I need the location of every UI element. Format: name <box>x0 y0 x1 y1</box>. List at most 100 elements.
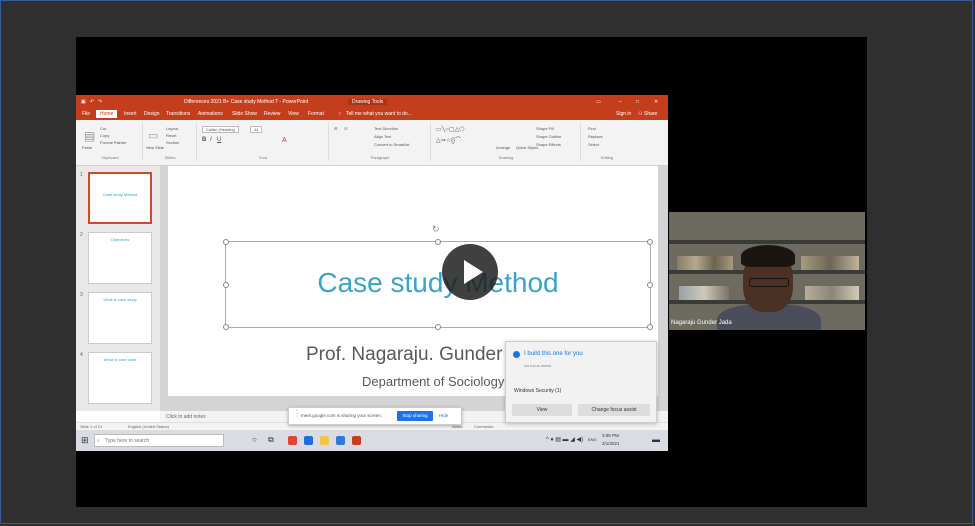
font-color-icon[interactable]: A <box>282 137 287 144</box>
resize-handle[interactable] <box>223 239 229 245</box>
drag-handle-icon[interactable]: ⋮ <box>293 409 301 418</box>
books <box>679 286 729 300</box>
numbering-icon[interactable]: ☷ <box>344 126 348 131</box>
save-icon[interactable]: ▣ <box>81 99 86 105</box>
find-button[interactable]: Find <box>588 126 596 131</box>
paste-icon[interactable]: ▤ <box>84 129 95 143</box>
resize-handle[interactable] <box>647 239 653 245</box>
smartart-button[interactable]: Convert to SmartArt <box>374 142 409 147</box>
resize-handle[interactable] <box>435 324 441 330</box>
toast-title: I build this one for you <box>524 351 583 357</box>
windows-start-icon[interactable]: ⊞ <box>81 435 89 446</box>
select-button[interactable]: Select <box>588 142 599 147</box>
share-icon[interactable]: ⚇ <box>638 111 642 117</box>
change-focus-assist-button[interactable]: Change focus assist <box>578 404 650 416</box>
resize-handle[interactable] <box>223 324 229 330</box>
comments-toggle[interactable]: Comments <box>474 424 493 429</box>
task-view-icon[interactable]: ⧉ <box>268 435 274 445</box>
cut-button[interactable]: Cut <box>100 126 106 131</box>
replace-button[interactable]: Replace <box>588 134 603 139</box>
undo-icon[interactable]: ↶ <box>90 99 94 105</box>
file-explorer-icon[interactable] <box>320 436 329 445</box>
thumbnail-slide-2[interactable]: Objectives <box>88 232 152 284</box>
close-icon[interactable]: ✕ <box>654 99 658 105</box>
resize-handle[interactable] <box>435 239 441 245</box>
editing-group: Find Replace Select Editing <box>582 123 632 161</box>
play-icon[interactable] <box>442 244 498 300</box>
paste-button[interactable]: Paste <box>82 145 92 150</box>
bold-icon[interactable]: B <box>202 137 206 143</box>
store-icon[interactable] <box>336 436 345 445</box>
menu-file[interactable]: File <box>82 111 90 117</box>
menu-animations[interactable]: Animations <box>198 111 223 117</box>
menu-insert[interactable]: Insert <box>124 111 137 117</box>
group-label: Drawing <box>498 155 514 160</box>
tray-icons[interactable]: ^ ♦ ▤ ▬ ◢ ◀) <box>546 436 583 443</box>
ribbon-options-icon[interactable]: ▭ <box>596 99 601 105</box>
shapes-gallery-icon[interactable]: ▭╲○▢△⬠ <box>436 126 464 133</box>
stop-sharing-button[interactable]: Stop sharing <box>397 411 433 421</box>
cortana-icon[interactable]: ○ <box>252 435 257 444</box>
italic-icon[interactable]: I <box>210 137 212 143</box>
view-button[interactable]: View <box>512 404 572 416</box>
shape-fill-button[interactable]: Shape Fill <box>536 126 554 131</box>
menu-review[interactable]: Review <box>264 111 280 117</box>
text-direction-button[interactable]: Text Direction <box>374 126 398 131</box>
notification-icon[interactable]: ▬ <box>652 435 660 444</box>
taskbar-search-input[interactable]: ⌕ Type here to search <box>94 434 224 447</box>
language-indicator[interactable]: ENG <box>588 437 597 442</box>
menu-transitions[interactable]: Transitions <box>166 111 190 117</box>
copy-button[interactable]: Copy <box>100 133 109 138</box>
signin-link[interactable]: Sign in <box>616 111 631 117</box>
underline-icon[interactable]: U <box>217 137 221 143</box>
tell-me-input[interactable]: Tell me what you want to do... <box>346 111 412 117</box>
search-placeholder: Type here to search <box>105 438 150 444</box>
powerpoint-icon[interactable] <box>352 436 361 445</box>
bookshelf <box>669 240 865 244</box>
layout-button[interactable]: Layout <box>166 126 178 131</box>
clock-time[interactable]: 3:56 PM <box>602 433 619 438</box>
language-status[interactable]: English (United States) <box>128 424 169 429</box>
maximize-icon[interactable]: □ <box>636 99 639 105</box>
align-text-button[interactable]: Align Text <box>374 134 391 139</box>
thumbnail-slide-4[interactable]: What is case case <box>88 352 152 404</box>
edge-icon[interactable] <box>304 436 313 445</box>
section-button[interactable]: Section <box>166 140 179 145</box>
shapes-gallery-row2-icon[interactable]: △⇒☆{}⌒ <box>436 135 461 144</box>
slide-title[interactable]: Case study Method <box>226 267 650 299</box>
format-painter-button[interactable]: Format Painter <box>100 140 126 145</box>
menu-format[interactable]: Format <box>308 111 324 117</box>
redo-icon[interactable]: ↷ <box>98 99 102 105</box>
slide-department[interactable]: Department of Sociology <box>362 374 504 389</box>
notification-radio-icon <box>513 351 520 358</box>
shape-outline-button[interactable]: Shape Outline <box>536 134 561 139</box>
thumbnail-slide-1[interactable]: Case study Method <box>88 172 152 224</box>
share-link[interactable]: Share <box>644 111 657 117</box>
thumbnail-slide-3[interactable]: What is case study <box>88 292 152 344</box>
menu-home[interactable]: Home <box>96 110 118 118</box>
thumb-number: 4 <box>80 352 83 358</box>
clipboard-group: ▤ Paste Cut Copy Format Painter Clipboar… <box>78 123 143 161</box>
shape-effects-button[interactable]: Shape Effects <box>536 142 561 147</box>
quick-styles-button[interactable]: Quick Styles <box>516 145 538 150</box>
bullets-icon[interactable]: ☰ <box>334 126 338 131</box>
reset-button[interactable]: Reset <box>166 133 176 138</box>
rotate-handle-icon[interactable]: ↻ <box>432 224 440 235</box>
slide-subtitle[interactable]: Prof. Nagaraju. Gunder <box>306 344 502 366</box>
menu-view[interactable]: View <box>288 111 299 117</box>
new-slide-button[interactable]: New Slide <box>146 145 164 150</box>
minimize-icon[interactable]: – <box>619 99 622 105</box>
title-placeholder[interactable]: Case study Method <box>223 239 653 330</box>
menu-slideshow[interactable]: Slide Show <box>232 111 257 117</box>
arrange-button[interactable]: Arrange <box>496 145 510 150</box>
participant-video-tile[interactable]: Nagaraju Gunder Jada <box>669 212 865 330</box>
menu-design[interactable]: Design <box>144 111 160 117</box>
new-slide-icon[interactable]: ▭ <box>148 129 158 142</box>
chrome-icon[interactable] <box>288 436 297 445</box>
font-size-select[interactable]: 44 <box>250 126 263 133</box>
font-name-select[interactable]: Calibri (Heading <box>202 126 239 133</box>
windows-taskbar: ⊞ ⌕ Type here to search ○ ⧉ ^ ♦ ▤ ▬ ◢ ◀)… <box>76 430 668 451</box>
resize-handle[interactable] <box>647 324 653 330</box>
hide-button[interactable]: Hide <box>439 411 448 421</box>
clock-date[interactable]: 2/1/2021 <box>602 441 620 446</box>
